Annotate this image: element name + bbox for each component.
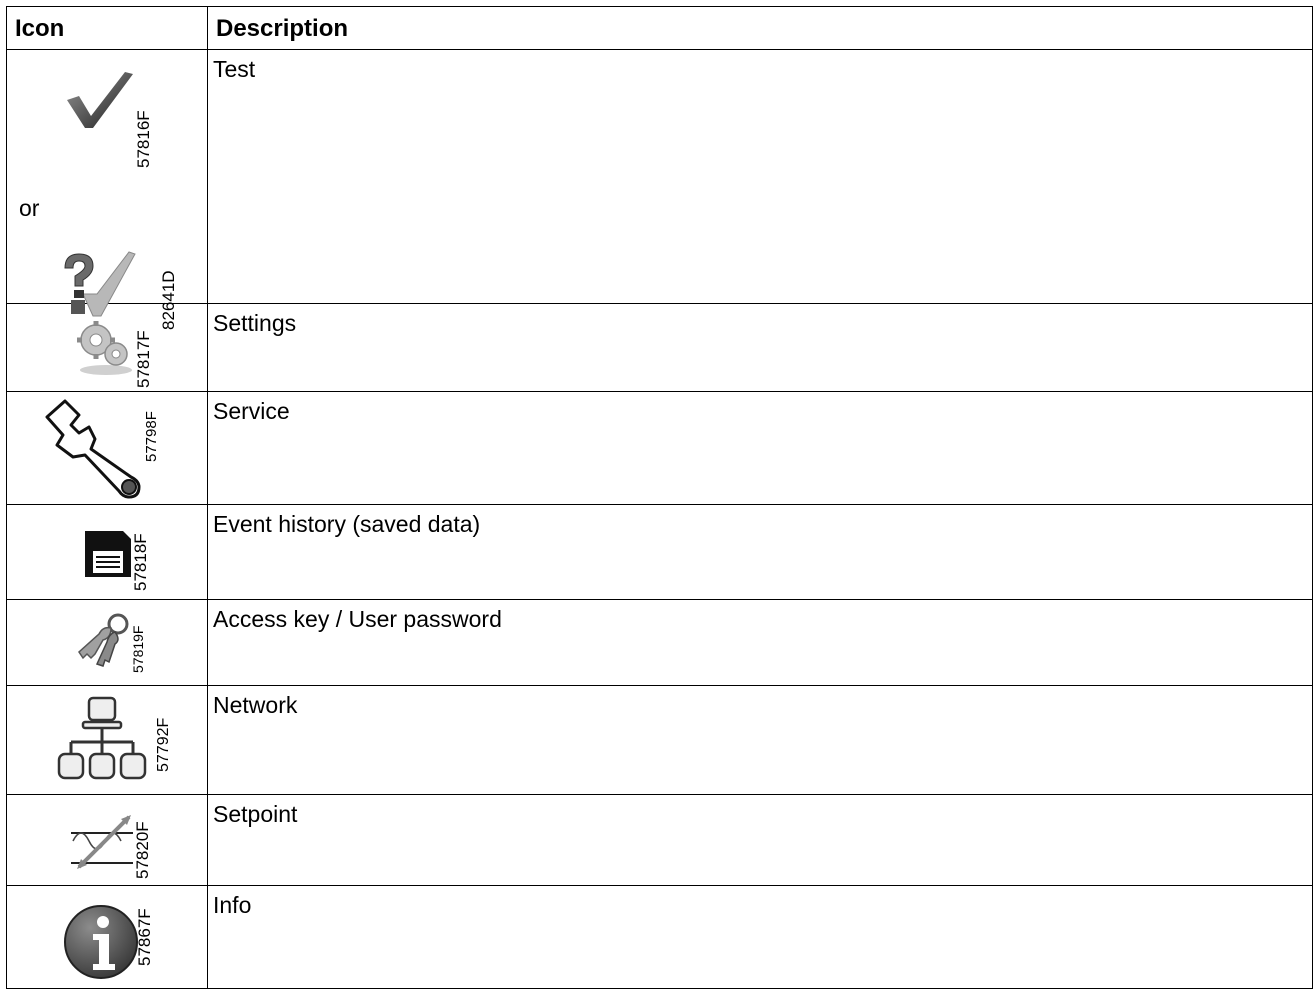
table-row: 57818F Event history (saved data) <box>6 504 1313 600</box>
icon-cell: 57820F <box>6 794 208 886</box>
icon-code: 57817F <box>134 330 153 388</box>
description-cell: Service <box>207 391 1313 505</box>
description-cell: Network <box>207 685 1313 795</box>
info-icon <box>64 905 138 979</box>
description-cell: Event history (saved data) <box>207 504 1313 600</box>
icon-cell: 57818F <box>6 504 208 600</box>
icon-code: 57820F <box>133 821 152 879</box>
wrench-icon <box>45 399 141 499</box>
icon-column-header: Icon <box>6 6 208 50</box>
table-row: 57820F Setpoint <box>6 794 1313 886</box>
description-cell: Setpoint <box>207 794 1313 886</box>
description-cell: Test <box>207 49 1313 304</box>
table-row: 57798F Service <box>6 391 1313 505</box>
setpoint-icon <box>71 815 133 869</box>
gears-icon <box>77 321 132 375</box>
table-row: 57792F Network <box>6 685 1313 795</box>
icon-code: 57818F <box>131 533 150 591</box>
description-cell: Info <box>207 885 1313 989</box>
network-icon <box>57 696 147 780</box>
icon-code: 57819F <box>130 625 146 673</box>
icon-cell: 57798F <box>6 391 208 505</box>
checkmark-icon <box>67 72 133 128</box>
or-label: or <box>19 195 40 221</box>
icon-code: 57792F <box>155 717 172 772</box>
icon-table: Icon Description 57816F or 82641D Test 5… <box>6 6 1313 989</box>
table-row: 57819F Access key / User password <box>6 599 1313 686</box>
table-row: 57867F Info <box>6 885 1313 989</box>
table-row: 57816F or 82641D Test <box>6 49 1313 330</box>
table-header-row: Icon Description <box>6 6 1313 50</box>
icon-cell: 57867F <box>6 885 208 989</box>
icon-code: 57816F <box>134 110 153 168</box>
keys-icon <box>78 613 129 667</box>
icon-cell: 57819F <box>6 599 208 686</box>
table-row: 57817F Settings <box>6 303 1313 392</box>
icon-code: 57798F <box>143 411 160 462</box>
icon-code: 57867F <box>135 908 154 966</box>
floppy-disk-icon <box>85 531 131 577</box>
icon-cell: 57792F <box>6 685 208 795</box>
description-column-header: Description <box>207 6 1313 50</box>
description-cell: Settings <box>207 303 1313 392</box>
icon-cell: 57817F <box>6 303 208 392</box>
icon-cell: 57816F or 82641D <box>6 49 208 330</box>
description-cell: Access key / User password <box>207 599 1313 686</box>
